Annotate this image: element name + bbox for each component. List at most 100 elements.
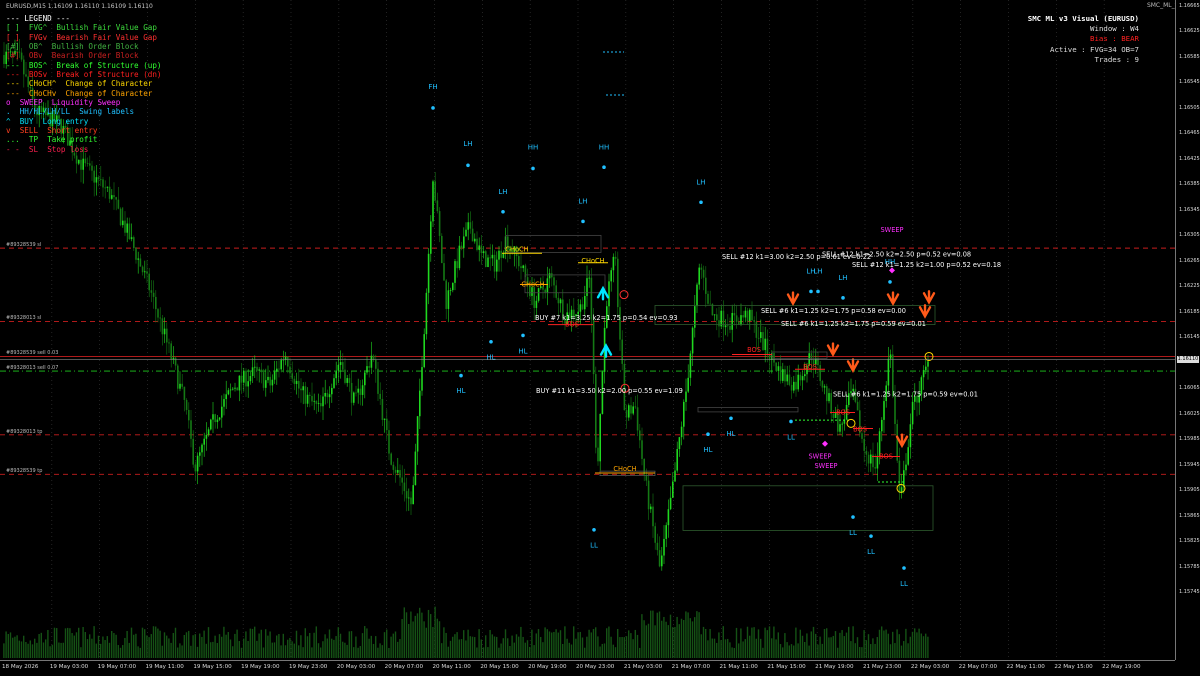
volume-bar [144,629,146,658]
volume-bar [718,632,720,658]
volume-bar [705,628,707,658]
volume-bar [900,645,903,658]
volume-bar [460,639,463,658]
volume-bar [419,607,421,658]
volume-bar [388,647,390,658]
volume-bar [133,634,135,658]
volume-bar [293,643,295,658]
candle-body [306,394,309,404]
candle-body [430,221,432,254]
volume-bar [348,631,350,658]
volume-bar [238,640,240,658]
time-axis[interactable]: 18 May 2026 19 May 03:00 19 May 07:00 19 Ma… [0,660,1175,676]
candle-body [733,313,736,316]
candle-body [348,378,351,383]
volume-bar [84,631,86,658]
volume-bar [579,631,581,658]
volume-bar [181,645,183,658]
volume-bar [922,636,925,658]
volume-bar [214,635,216,658]
candle-body [443,263,445,281]
candle-body [342,362,344,370]
volume-bar [667,625,669,658]
price-tick: 1.15945 [1179,461,1200,468]
volume-bar [832,635,834,658]
volume-bar [452,636,454,658]
volume-bar [883,630,885,658]
candle-body [3,55,5,64]
candle-body [419,390,421,417]
candle-body [410,497,412,505]
candle-body [113,195,115,198]
swing-label: LL [900,580,908,588]
volume-bar [56,628,58,658]
legend-item-desc: Change of Character [65,79,153,89]
candle-body [130,237,133,240]
legend-item-desc: Break of Structure (up) [56,60,162,70]
candle-body [124,220,126,233]
candle-body [867,454,870,464]
candle-body [80,159,82,170]
volume-bar [82,627,84,658]
volume-bar [467,629,469,658]
candle-body [782,369,784,381]
time-tick: 20 May 15:00 [480,664,519,670]
volume-bar [738,643,740,658]
candle-body [553,277,555,286]
chart-canvas[interactable]: FHLH HH HHLHLHLHHLHLHLHLHLLHLHLHHHLLLLLLLL… [0,0,1175,660]
volume-bar [159,630,161,658]
candle-body [218,417,221,420]
volume-bar [683,620,685,658]
volume-bar [267,635,269,658]
candle-body [535,300,538,308]
volume-bar [564,626,566,658]
volume-bar [5,631,7,658]
volume-bar [852,626,854,658]
volume-bar [634,629,636,658]
volume-bar [570,644,573,658]
volume-bar [317,643,320,658]
legend-item-key: CHoCHv [28,88,57,98]
legend-item-key: FVGv [28,32,48,42]
candle-body [907,447,909,465]
volume-bar [168,638,170,658]
candle-body [229,389,232,391]
volume-bar [867,634,870,658]
trade-label: SELL #6 k1=1.25 k2=1.75 p=0.59 ev=0.01 [781,320,926,328]
candle-body [628,405,630,418]
volume-bar [702,626,705,658]
swing-dot [489,339,493,344]
volume-bar [854,643,856,658]
candle-body [718,320,720,327]
candle-body [749,309,751,322]
legend-title: --- LEGEND --- [6,14,71,23]
candle-body [685,391,687,402]
price-chart[interactable]: FH LH HH HH LH LH LH HL HL HL HL HL LH LH LH HH LL LL LL LL… [0,0,1175,660]
candle-body [390,453,392,465]
candle-body [480,245,483,254]
legend-item: --- BOSv Break of Structure (dn) [6,70,161,79]
volume-bar [322,641,324,658]
volume-bar [757,629,760,658]
zone-box [697,407,799,413]
swing-dot [459,373,463,378]
volume-bar [641,614,643,658]
volume-bar [643,620,645,658]
volume-bar [298,645,300,658]
trade-label: SELL #6 k1=1.25 k2=1.75 p=0.59 ev=0.01 [833,391,978,399]
candle-body [674,470,676,482]
candle-body [887,358,890,386]
price-axis[interactable]: 1.16665 1.16625 1.16585 1.16545 1.16505 1.164… [1175,0,1200,660]
volume-bar [280,645,282,658]
candle-body [491,254,494,259]
candle-body [84,158,87,164]
swing-dot [592,527,596,532]
volume-bar [520,626,522,658]
volume-bar [427,609,430,658]
volume-bar [432,627,434,658]
volume-bar [608,626,610,658]
candle-body [595,374,597,448]
candle-body [909,424,912,448]
structure-label: BOS [879,452,893,460]
candle-body [388,430,390,454]
